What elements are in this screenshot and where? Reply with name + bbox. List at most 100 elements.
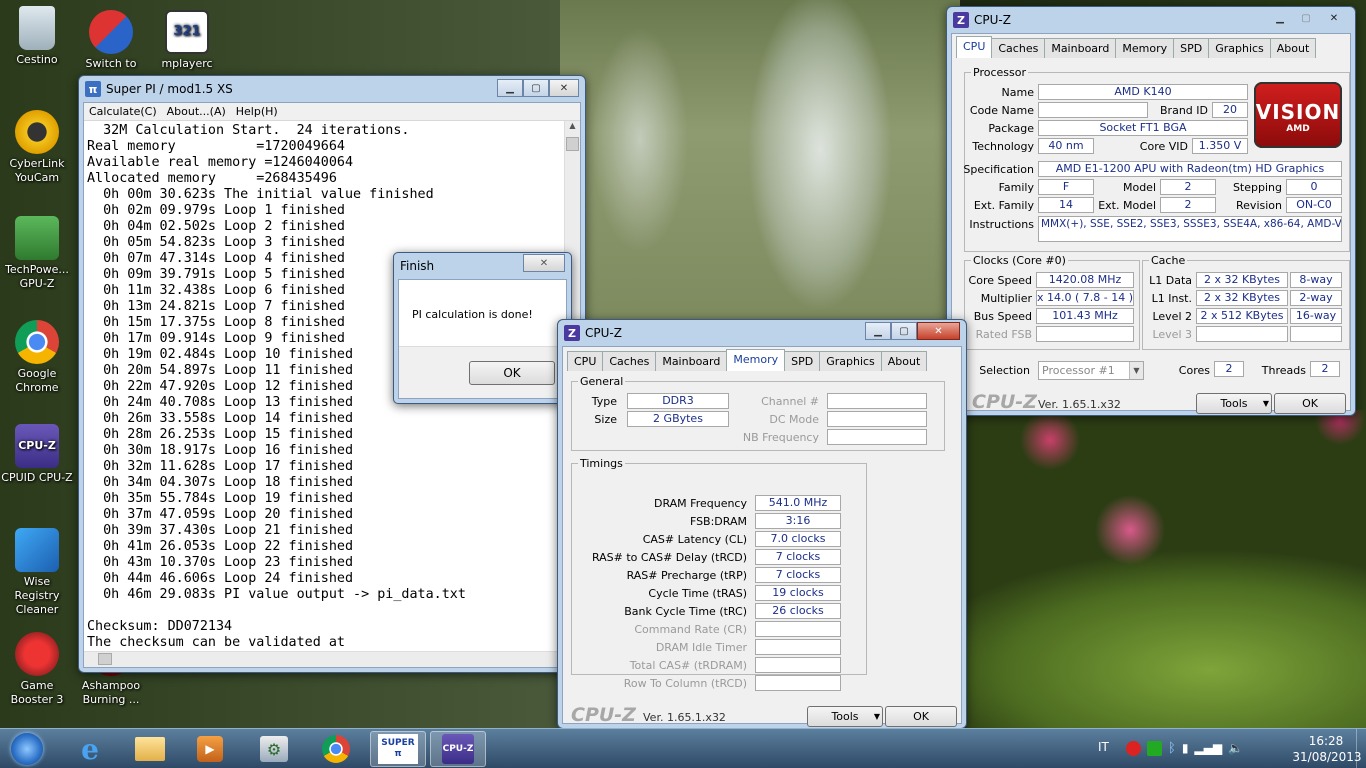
tab-memory[interactable]: Memory [1115,38,1175,58]
l2-label: Level 2 [1152,310,1192,323]
bluetooth-icon[interactable]: ᛒ [1168,741,1176,756]
desktop-icon-gpuz[interactable]: TechPowe... GPU-Z [0,216,74,291]
desktop-icon-youcam[interactable]: CyberLink YouCam [0,110,74,185]
chevron-down-icon: ▼ [1129,362,1143,379]
output-line: 0h 34m 04.307s Loop 18 finished [87,475,354,490]
taskbar-media-player[interactable]: ▶ [182,731,238,767]
extfamily-label: Ext. Family [973,199,1034,212]
minimize-icon[interactable]: ▁ [865,322,891,340]
tab-memory[interactable]: Memory [726,349,786,371]
l1data-value: 2 x 32 KBytes [1196,272,1288,288]
tab-mainboard[interactable]: Mainboard [1044,38,1117,58]
taskbar-internet-explorer[interactable]: e [62,731,118,767]
ok-button[interactable]: OK [885,706,957,727]
timing-value [755,675,841,691]
menu-about[interactable]: About...(A) [162,103,231,120]
close-icon[interactable]: ✕ [549,79,579,97]
gpuz-icon [15,216,59,260]
timing-value: 19 clocks [755,585,841,601]
cpuz-cpu-controls: ▁ ▢ ✕ [1267,9,1349,27]
finish-ok-button[interactable]: OK [469,361,555,385]
taskbar-superpi[interactable]: SUPER π [370,731,426,767]
tab-caches[interactable]: Caches [991,38,1046,58]
taskbar-explorer[interactable] [122,731,178,767]
network-signal-icon[interactable]: ▂▄▆ [1194,741,1222,756]
tab-cpu[interactable]: CPU [956,36,993,58]
close-icon[interactable]: ✕ [917,322,960,340]
minimize-icon[interactable]: ▁ [1267,9,1293,27]
tab-mainboard[interactable]: Mainboard [655,351,728,371]
taskbar-control-panel[interactable]: ⚙ [246,731,302,767]
close-icon[interactable]: ✕ [1319,9,1349,27]
maximize-icon[interactable]: ▢ [891,322,917,340]
language-indicator[interactable]: IT [1098,740,1109,754]
ok-button[interactable]: OK [1274,393,1346,414]
tab-spd[interactable]: SPD [1173,38,1210,58]
model-value: 2 [1160,179,1216,195]
output-line: Real memory =1720049664 [87,139,345,154]
volume-icon[interactable]: 🔈 [1228,741,1243,756]
timing-value [755,639,841,655]
desktop-icon-switch-to[interactable]: Switch to [74,10,148,71]
output-line: Available real memory =1246040064 [87,155,354,170]
timing-label: FSB:DRAM [689,515,747,528]
l1inst-label: L1 Inst. [1151,292,1192,305]
cpuz-cpu-window: Z CPU-Z ▁ ▢ ✕ CPU Caches Mainboard Memor… [946,6,1356,416]
taskbar-cpuz[interactable]: CPU-Z [430,731,486,767]
menu-calculate[interactable]: Calculate(C) [84,103,162,120]
amd-vision-logo: VISION AMD [1254,82,1342,148]
desktop-icon-chrome[interactable]: Google Chrome [0,320,74,395]
game-booster-tray-icon[interactable] [1126,741,1141,756]
desktop-icon-recycle-bin[interactable]: Cestino [0,6,74,67]
output-line: 0h 00m 30.623s The initial value finishe… [87,187,434,202]
tab-spd[interactable]: SPD [784,351,821,371]
revision-label: Revision [1236,199,1282,212]
timing-label: DRAM Idle Timer [655,641,747,654]
timing-value: 26 clocks [755,603,841,619]
tab-graphics[interactable]: Graphics [1208,38,1271,58]
package-value: Socket FT1 BGA [1038,120,1248,136]
desktop-icon-game-booster[interactable]: Game Booster 3 [0,632,74,707]
minimize-icon[interactable]: ▁ [497,79,523,97]
timing-label: CAS# Latency (CL) [642,533,747,546]
start-button[interactable] [2,731,52,767]
desktop-icon-cpuz[interactable]: CPU-Z CPUID CPU-Z [0,424,74,485]
tools-button[interactable]: Tools ▼ [1196,393,1272,414]
clock-time[interactable]: 16:28 [1296,734,1356,748]
processor-select[interactable]: Processor #1 ▼ [1038,361,1144,380]
clock-date[interactable]: 31/08/2013 [1292,750,1362,764]
superpi-horizontal-scrollbar[interactable] [84,651,564,667]
tab-caches[interactable]: Caches [602,351,657,371]
tab-cpu[interactable]: CPU [567,351,604,371]
switch-shield-icon [89,10,133,54]
size-value: 2 GBytes [627,411,729,427]
hscroll-thumb[interactable] [98,653,112,665]
maximize-icon[interactable]: ▢ [523,79,549,97]
ratedfsb-value [1036,326,1134,342]
webcam-icon [15,110,59,154]
cpuz-memory-window: Z CPU-Z ▁ ▢ ✕ CPU Caches Mainboard Memor… [557,319,967,729]
timing-label: Bank Cycle Time (tRC) [624,605,747,618]
maximize-icon[interactable]: ▢ [1293,9,1319,27]
timing-label: Command Rate (CR) [634,623,747,636]
usb-device-icon[interactable]: ▮ [1182,741,1189,756]
wise-tray-icon[interactable] [1147,741,1162,756]
technology-value: 40 nm [1038,138,1094,154]
output-line: 32M Calculation Start. 24 iterations. [87,123,410,138]
scroll-thumb[interactable] [566,137,579,151]
show-desktop-button[interactable] [1356,729,1366,768]
scroll-up-icon[interactable]: ▲ [565,121,580,135]
menu-help[interactable]: Help(H) [231,103,283,120]
close-icon[interactable]: ✕ [523,254,565,272]
brandid-value: 20 [1212,102,1248,118]
tab-about[interactable]: About [1269,38,1317,58]
tools-button[interactable]: Tools ▼ [807,706,883,727]
type-label: Type [591,395,617,408]
tab-graphics[interactable]: Graphics [819,351,882,371]
desktop-icon-wise-registry[interactable]: Wise Registry Cleaner [0,528,74,617]
tab-about[interactable]: About [880,351,928,371]
taskbar-chrome[interactable] [308,731,364,767]
cpuz-cpu-body: CPU Caches Mainboard Memory SPD Graphics… [951,33,1351,414]
desktop-icon-mplayerc[interactable]: 321 mplayerc [150,10,224,71]
timing-label: RAS# to CAS# Delay (tRCD) [591,551,747,564]
